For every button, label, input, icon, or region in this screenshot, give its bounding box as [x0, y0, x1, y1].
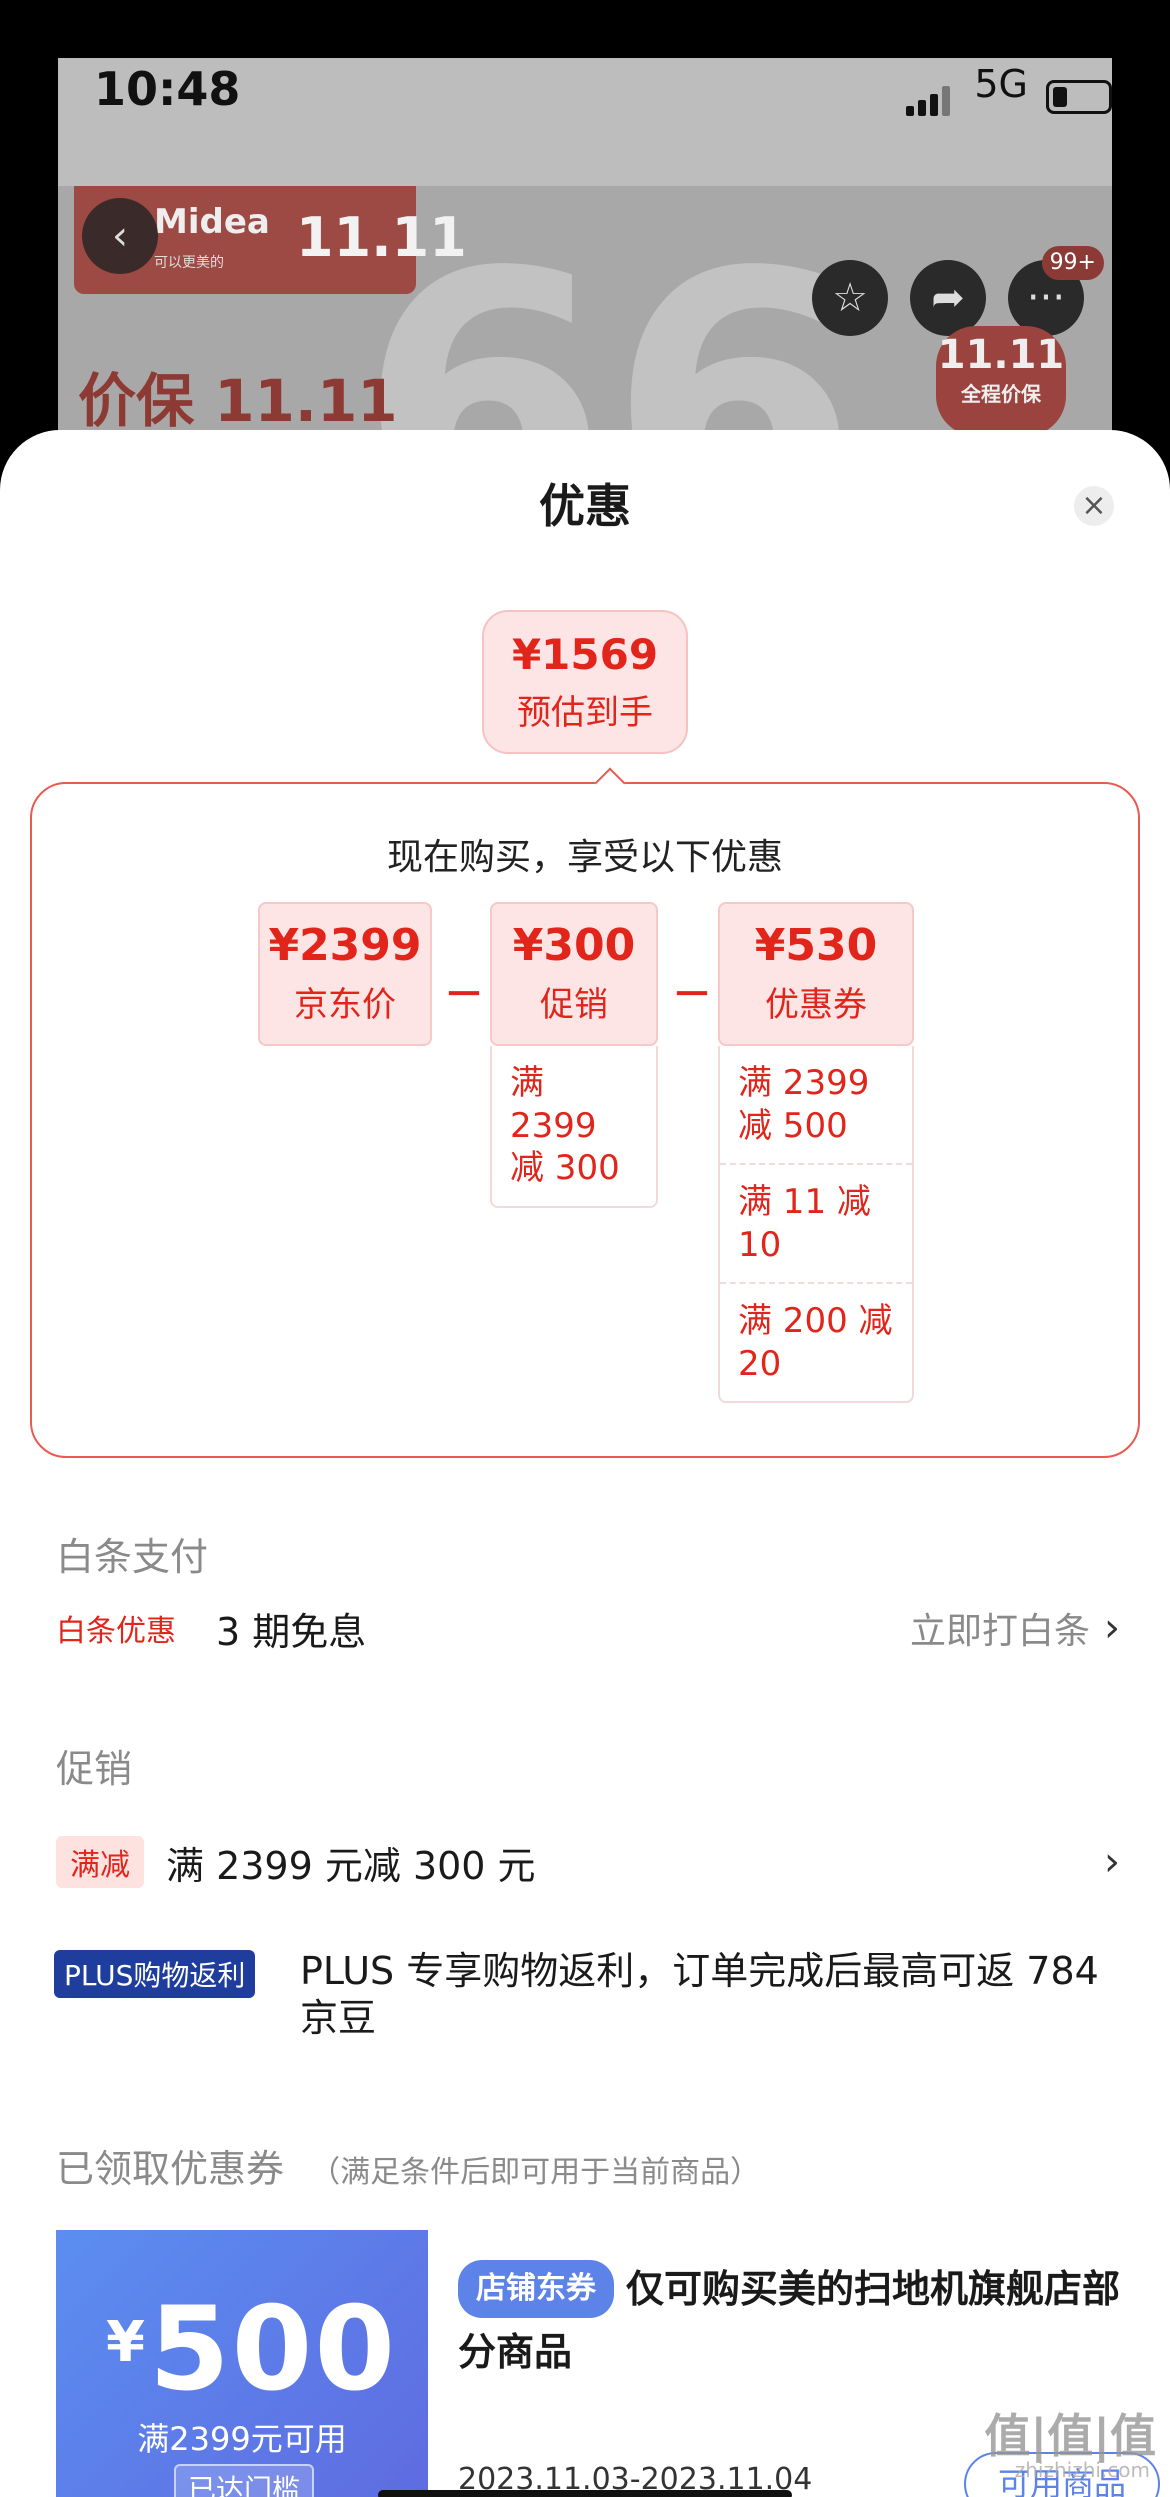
coupons-section-label: 已领取优惠券 （满足条件后即可用于当前商品）	[56, 2138, 760, 2193]
jd-price-label: 京东价	[294, 985, 396, 1025]
favorite-button[interactable]: ☆	[812, 260, 888, 336]
coupon-threshold-met: 已达门槛	[174, 2464, 315, 2497]
promo-detail-row: 满 2399 减 300	[510, 1063, 620, 1188]
badge-event: 11.11	[937, 332, 1065, 378]
brand-logo: Midea	[154, 202, 270, 242]
brand-slogan: 可以更美的	[154, 255, 224, 271]
signal-icon	[906, 86, 952, 116]
coupon-card[interactable]: ¥500 满2399元可用 已达门槛 店铺东券 仅可购买美的扫地机旗舰店部分商品 …	[50, 2230, 1160, 2497]
coupon-value: 500	[148, 2282, 398, 2417]
coupon-amount: ¥530	[754, 920, 878, 971]
coupon-amount: ¥500	[106, 2282, 397, 2417]
final-price-card: ¥1569 预估到手	[482, 610, 688, 754]
coupons-section-note: （满足条件后即可用于当前商品）	[310, 2155, 761, 2190]
product-banner: 66 Midea 可以更美的 11.11 ‹ ☆ ➦ ··· 99+ 价保 11…	[58, 186, 1112, 458]
baitiao-section-label: 白条支付	[56, 1535, 209, 1579]
price-protect-banner: 价保 11.11	[78, 367, 398, 435]
coupon-condition: 满2399元可用	[137, 2420, 347, 2458]
watermark-url: zhizhizhi.com	[1014, 2458, 1150, 2482]
chevron-right-icon: ›	[1104, 1839, 1120, 1885]
discount-sheet: 优惠 × ¥1569 预估到手 现在购买，享受以下优惠 ¥2399 京东价 － …	[0, 430, 1170, 2497]
coupon-label: 优惠券	[765, 985, 867, 1025]
price-card-coupon: ¥530 优惠券 满 2399 减 500 满 11 减 10 满 200 减 …	[718, 902, 914, 1403]
coupon-currency: ¥	[106, 2310, 145, 2375]
coupon-detail-row: 满 200 减 20	[738, 1301, 893, 1384]
coupons-section-title: 已领取优惠券	[56, 2147, 285, 2191]
full-reduction-text: 满 2399 元减 300 元	[166, 1843, 536, 1888]
price-card-jd: ¥2399 京东价	[258, 902, 432, 1046]
event-logo: 11.11	[296, 206, 467, 269]
chevron-left-icon: ‹	[112, 213, 128, 259]
baitiao-tag: 白条优惠	[56, 1614, 176, 1649]
more-icon: ···	[1026, 275, 1066, 321]
coupon-detail-row: 满 11 减 10	[720, 1165, 912, 1284]
price-breakdown: 现在购买，享受以下优惠 ¥2399 京东价 － ¥300 促销 满 2399 减…	[30, 782, 1140, 1458]
close-button[interactable]: ×	[1074, 486, 1114, 526]
baitiao-link[interactable]: 立即打白条	[910, 1602, 1090, 1654]
share-button[interactable]: ➦	[910, 260, 986, 336]
baitiao-row[interactable]: 白条优惠 3 期免息 立即打白条 ›	[56, 1598, 1120, 1658]
status-time: 10:48	[94, 62, 241, 116]
price-card-promo: ¥300 促销 满 2399 减 300	[490, 902, 658, 1208]
coupon-details: 满 2399 减 500 满 11 减 10 满 200 减 20	[718, 1046, 914, 1403]
promo-amount: ¥300	[512, 920, 636, 971]
notification-badge: 99+	[1041, 246, 1104, 280]
home-indicator	[378, 2490, 792, 2497]
final-price-label: 预估到手	[517, 693, 653, 733]
plus-rebate-text: PLUS 专享购物返利，订单完成后最高可返 784 京豆	[300, 1949, 1099, 2041]
chevron-right-icon: ›	[1104, 1605, 1120, 1651]
price-card-coupon-box: ¥530 优惠券	[718, 902, 914, 1046]
share-icon: ➦	[931, 275, 965, 321]
coupon-detail-row: 满 2399 减 500	[720, 1046, 912, 1165]
breakdown-header: 现在购买，享受以下优惠	[386, 837, 783, 878]
price-card-jd-box: ¥2399 京东价	[258, 902, 432, 1046]
promo-details: 满 2399 减 300	[490, 1046, 658, 1208]
promo-label: 促销	[540, 985, 608, 1025]
badge-label: 全程价保	[961, 382, 1041, 406]
coupon-value-panel: ¥500 满2399元可用 已达门槛	[50, 2230, 428, 2497]
network-label: 5G	[974, 62, 1028, 106]
star-icon: ☆	[832, 275, 868, 321]
close-icon: ×	[1081, 488, 1107, 523]
coupon-type-tag: 店铺东券	[458, 2260, 614, 2318]
back-button[interactable]: ‹	[82, 198, 158, 274]
background-product-page: 10:48 5G 66 Midea 可以更美的 11.11 ‹ ☆ ➦ ··· …	[58, 58, 1112, 458]
full-reduction-tag: 满减	[56, 1836, 144, 1888]
coupon-title: 店铺东券 仅可购买美的扫地机旗舰店部分商品	[458, 2258, 1120, 2384]
promo-section-label: 促销	[56, 1747, 133, 1791]
price-protect-badge: 11.11 全程价保	[936, 326, 1066, 436]
baitiao-offer: 3 期免息	[216, 1609, 367, 1654]
battery-icon	[1046, 80, 1112, 114]
final-price: ¥1569	[511, 630, 659, 679]
status-bar: 10:48 5G	[58, 58, 1112, 186]
jd-price: ¥2399	[268, 920, 422, 971]
price-card-promo-box: ¥300 促销	[490, 902, 658, 1046]
plus-rebate-tag: PLUS购物返利	[54, 1950, 256, 1998]
full-reduction-row[interactable]: 满减 满 2399 元减 300 元 ›	[56, 1832, 1120, 1892]
watermark: 值|值|值	[984, 2409, 1156, 2463]
minus-sign: －	[444, 972, 484, 1018]
sheet-title: 优惠	[539, 479, 631, 533]
minus-sign: －	[672, 972, 712, 1018]
